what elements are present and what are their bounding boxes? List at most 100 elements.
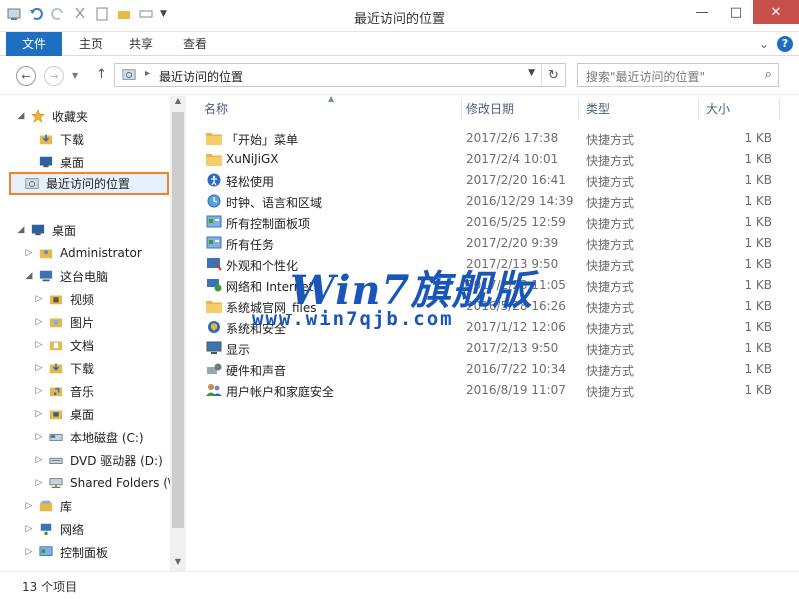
history-dropdown-icon[interactable]: ▼ <box>72 71 78 80</box>
file-size: 1 KB <box>744 341 772 355</box>
file-name: 「开始」菜单 <box>226 133 299 147</box>
file-row[interactable]: 用户帐户和家庭安全 2016/8/19 11:07 快捷方式 1 KB <box>196 380 786 401</box>
address-dropdown-icon[interactable]: ▼ <box>528 68 535 78</box>
tree-favorites[interactable]: ◢ 收藏夹 <box>16 106 88 126</box>
tab-file[interactable]: 文件 <box>6 32 62 56</box>
file-row[interactable]: 系统和安全 2017/1/12 12:06 快捷方式 1 KB <box>196 317 786 338</box>
tree-music[interactable]: ▷ 音乐 <box>34 381 94 401</box>
file-row[interactable]: XuNiJiGX 2017/2/4 10:01 快捷方式 1 KB <box>196 149 786 170</box>
scroll-down-icon[interactable]: ▼ <box>170 557 186 571</box>
tab-home[interactable]: 主页 <box>68 32 114 56</box>
tree-administrator[interactable]: ▷ Administrator <box>24 243 142 263</box>
forward-button[interactable]: → <box>44 66 64 86</box>
file-row[interactable]: 轻松使用 2017/2/20 16:41 快捷方式 1 KB <box>196 170 786 191</box>
desktop-folder-icon <box>49 410 63 420</box>
tree-favorites-downloads[interactable]: 下载 <box>24 129 84 149</box>
tree-shared-folders[interactable]: ▷ Shared Folders (\ <box>34 473 172 493</box>
column-type[interactable]: 类型 <box>586 96 610 122</box>
tree-desktop[interactable]: ◢ 桌面 <box>16 220 76 240</box>
collapse-icon[interactable]: ◢ <box>24 271 34 281</box>
minimize-button[interactable]: — <box>685 0 719 24</box>
file-row[interactable]: 时钟、语言和区域 2016/12/29 14:39 快捷方式 1 KB <box>196 191 786 212</box>
file-row[interactable]: 所有任务 2017/2/20 9:39 快捷方式 1 KB <box>196 233 786 254</box>
column-divider[interactable] <box>578 98 579 120</box>
tree-label: 图片 <box>70 315 95 330</box>
file-type: 快捷方式 <box>586 343 635 357</box>
tree-pc-desktop[interactable]: ▷ 桌面 <box>34 404 94 424</box>
videos-folder-icon <box>49 295 63 305</box>
search-icon[interactable]: ⌕ <box>765 67 772 82</box>
tree-downloads[interactable]: ▷ 下载 <box>34 358 94 378</box>
computer-icon <box>39 270 53 282</box>
up-button[interactable]: ↑ <box>96 67 107 82</box>
file-row[interactable]: 「开始」菜单 2017/2/6 17:38 快捷方式 1 KB <box>196 128 786 149</box>
file-row[interactable]: 外观和个性化 2017/2/13 9:50 快捷方式 1 KB <box>196 254 786 275</box>
tree-dvd-drive-d[interactable]: ▷ DVD 驱动器 (D:) <box>34 450 163 470</box>
control-panel-icon <box>39 546 53 556</box>
collapse-icon[interactable]: ◢ <box>16 111 26 121</box>
tab-view[interactable]: 查看 <box>172 32 218 56</box>
file-row[interactable]: 显示 2017/2/13 9:50 快捷方式 1 KB <box>196 338 786 359</box>
documents-folder-icon <box>49 341 63 351</box>
back-button[interactable]: ← <box>16 66 36 86</box>
column-name[interactable]: 名称 <box>204 96 228 122</box>
column-size[interactable]: 大小 <box>706 96 730 122</box>
tree-favorites-recent-places[interactable]: 最近访问的位置 <box>9 172 169 195</box>
collapse-icon[interactable]: ◢ <box>16 225 26 235</box>
tree-label: DVD 驱动器 (D:) <box>70 453 163 468</box>
expand-icon[interactable]: ▷ <box>34 294 44 304</box>
tree-pictures[interactable]: ▷ 图片 <box>34 312 94 332</box>
file-row[interactable]: 所有控制面板项 2016/5/25 12:59 快捷方式 1 KB <box>196 212 786 233</box>
search-input[interactable]: 搜索"最近访问的位置" <box>586 68 705 85</box>
file-size: 1 KB <box>744 131 772 145</box>
expand-icon[interactable]: ▷ <box>34 432 44 442</box>
column-divider[interactable] <box>779 98 780 120</box>
column-divider[interactable] <box>698 98 699 120</box>
expand-icon[interactable]: ▷ <box>34 455 44 465</box>
expand-icon[interactable]: ▷ <box>34 409 44 419</box>
expand-icon[interactable]: ▷ <box>24 524 34 534</box>
tree-local-disk-c[interactable]: ▷ 本地磁盘 (C:) <box>34 427 144 447</box>
expand-icon[interactable]: ▷ <box>34 340 44 350</box>
refresh-button[interactable]: ↻ <box>541 64 565 86</box>
search-box[interactable]: 搜索"最近访问的位置" ⌕ <box>577 63 779 87</box>
address-path[interactable]: 最近访问的位置 <box>159 68 243 85</box>
navigation-scrollbar[interactable]: ▲ ▼ <box>170 96 186 571</box>
file-date: 2016/7/22 10:34 <box>466 362 566 376</box>
expand-ribbon-icon[interactable]: ⌄ <box>759 37 769 51</box>
file-name: XuNiJiGX <box>226 152 279 166</box>
scrollbar-thumb[interactable] <box>172 112 184 528</box>
tree-videos[interactable]: ▷ 视频 <box>34 289 94 309</box>
file-row[interactable]: 网络和 Internet 2017/2/23 11:05 快捷方式 1 KB <box>196 275 786 296</box>
expand-icon[interactable]: ▷ <box>24 547 34 557</box>
tree-this-pc[interactable]: ◢ 这台电脑 <box>24 266 108 286</box>
network-icon <box>207 279 222 292</box>
tree-documents[interactable]: ▷ 文档 <box>34 335 94 355</box>
expand-icon[interactable]: ▷ <box>34 363 44 373</box>
tree-favorites-desktop[interactable]: 桌面 <box>24 152 84 172</box>
help-icon[interactable]: ? <box>777 36 793 52</box>
expand-icon[interactable]: ▷ <box>34 317 44 327</box>
column-divider[interactable] <box>461 98 462 120</box>
tree-control-panel[interactable]: ▷ 控制面板 <box>24 542 108 562</box>
file-row[interactable]: 硬件和声音 2016/7/22 10:34 快捷方式 1 KB <box>196 359 786 380</box>
scroll-up-icon[interactable]: ▲ <box>170 96 186 110</box>
address-bar[interactable]: ▸ 最近访问的位置 ▼ ↻ <box>114 63 566 87</box>
expand-icon[interactable]: ▷ <box>34 386 44 396</box>
file-type: 快捷方式 <box>586 301 635 315</box>
column-date-modified[interactable]: 修改日期 <box>466 96 514 122</box>
file-row[interactable]: 系统城官网_files 2016/5/28 16:26 快捷方式 1 KB <box>196 296 786 317</box>
maximize-button[interactable]: □ <box>719 0 753 24</box>
users-icon <box>206 384 222 396</box>
expand-icon[interactable]: ▷ <box>24 501 34 511</box>
address-separator-icon[interactable]: ▸ <box>145 68 150 79</box>
expand-icon[interactable]: ▷ <box>34 478 44 488</box>
tab-share[interactable]: 共享 <box>118 32 164 56</box>
tree-label: 本地磁盘 (C:) <box>70 430 144 445</box>
file-size: 1 KB <box>744 194 772 208</box>
tree-network[interactable]: ▷ 网络 <box>24 519 84 539</box>
tree-libraries[interactable]: ▷ 库 <box>24 496 72 516</box>
file-date: 2017/2/20 9:39 <box>466 236 559 250</box>
expand-icon[interactable]: ▷ <box>24 248 34 258</box>
close-button[interactable]: ✕ <box>753 0 799 24</box>
